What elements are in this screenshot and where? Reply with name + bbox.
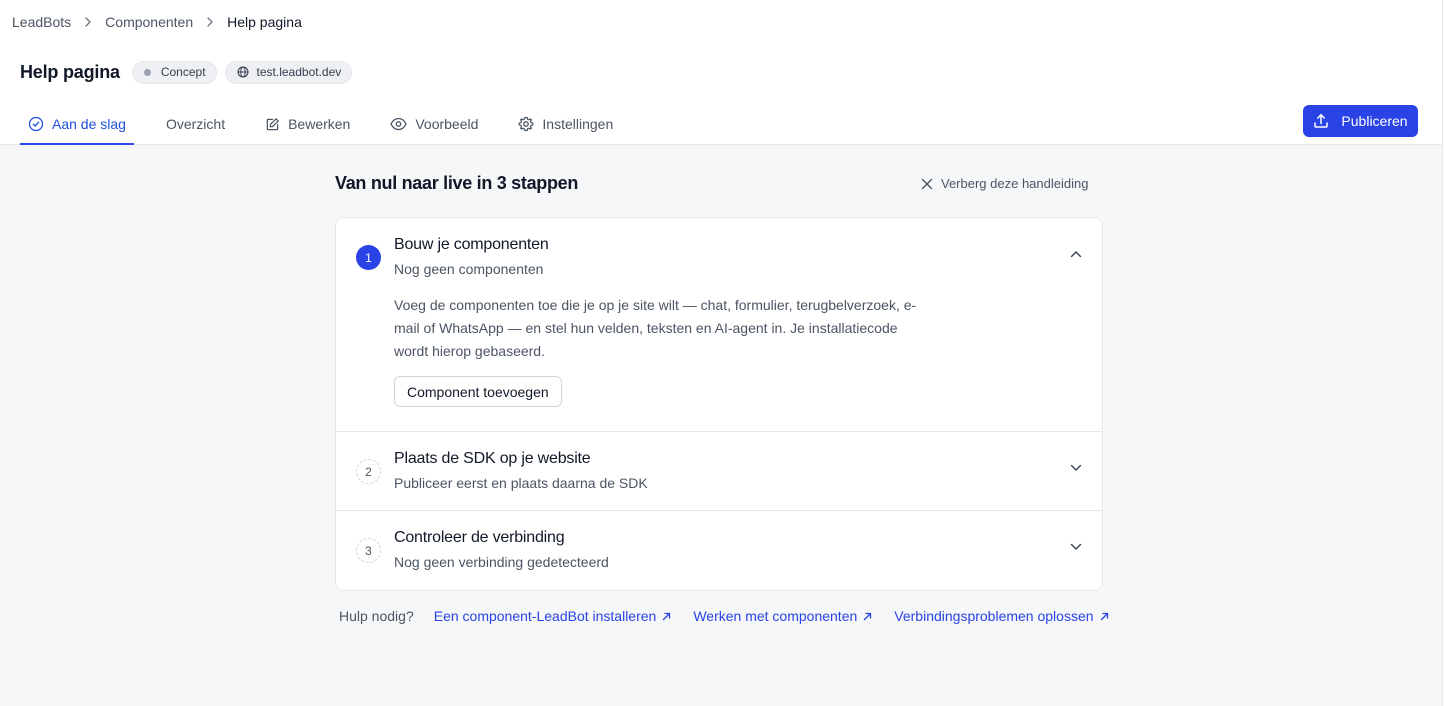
right-divider <box>1442 0 1443 706</box>
status-badge-label: Concept <box>160 65 206 79</box>
tab-bewerken[interactable]: Bewerken <box>265 104 358 144</box>
step-description: Voeg de componenten toe die je op je sit… <box>394 297 917 359</box>
check-circle-icon <box>28 116 44 132</box>
hide-guide-label: Verberg deze handleiding <box>941 176 1089 191</box>
breadcrumb-item-leadbots[interactable]: LeadBots <box>12 14 71 30</box>
main-content: Van nul naar live in 3 stappen Verberg d… <box>0 145 1442 706</box>
step-2-header[interactable]: 2 Plaats de SDK op je website Publiceer … <box>336 432 1102 510</box>
page-title: Help pagina <box>20 61 120 82</box>
breadcrumb: LeadBots Componenten Help pagina <box>12 13 302 31</box>
help-link-install[interactable]: Een component-LeadBot installeren <box>434 608 672 624</box>
step-number-badge: 1 <box>356 245 381 270</box>
domain-badge-label: test.leadbot.dev <box>256 65 342 79</box>
publish-button-label: Publiceren <box>1341 113 1408 129</box>
step-title: Plaats de SDK op je website <box>394 450 591 467</box>
step-title: Bouw je componenten <box>394 236 549 253</box>
step-3: 3 Controleer de verbinding Nog geen verb… <box>336 511 1102 589</box>
domain-badge: test.leadbot.dev <box>224 60 353 84</box>
help-link-label: Een component-LeadBot installeren <box>433 608 657 624</box>
steps-card: 1 Bouw je componenten Nog geen component… <box>335 217 1103 591</box>
step-1-header[interactable]: 1 Bouw je componenten Nog geen component… <box>336 218 1102 296</box>
step-number-badge: 3 <box>356 538 381 563</box>
eye-icon <box>390 117 407 131</box>
step-2: 2 Plaats de SDK op je website Publiceer … <box>336 432 1102 511</box>
guide-title: Van nul naar live in 3 stappen <box>335 173 579 193</box>
help-link-components[interactable]: Werken met componenten <box>693 608 872 624</box>
add-component-button[interactable]: Component toevoegen <box>394 376 562 407</box>
help-label: Hulp nodig? <box>339 608 414 624</box>
gear-icon <box>518 116 534 132</box>
tab-label: Bewerken <box>288 116 351 132</box>
tab-bar: Aan de slag Overzicht Bewerken Voorbeeld… <box>20 104 653 145</box>
step-subtitle: Nog geen componenten <box>394 261 544 277</box>
step-subtitle: Nog geen verbinding gedetecteerd <box>394 554 609 570</box>
edit-icon <box>265 117 280 132</box>
publish-button[interactable]: Publiceren <box>1303 105 1418 137</box>
step-1: 1 Bouw je componenten Nog geen component… <box>336 218 1102 432</box>
step-subtitle: Publiceer eerst en plaats daarna de SDK <box>394 475 648 491</box>
status-badge: Concept <box>131 60 217 84</box>
tab-instellingen[interactable]: Instellingen <box>518 104 621 144</box>
tab-overzicht[interactable]: Overzicht <box>166 104 233 144</box>
tab-voorbeeld[interactable]: Voorbeeld <box>390 104 486 144</box>
globe-icon <box>236 66 249 78</box>
chevron-right-icon <box>71 17 105 27</box>
tab-label: Instellingen <box>542 116 614 132</box>
tab-aan-de-slag[interactable]: Aan de slag <box>20 104 134 145</box>
status-dot-icon <box>143 68 151 76</box>
breadcrumb-item-current: Help pagina <box>227 14 302 30</box>
tab-label: Overzicht <box>165 116 226 132</box>
help-link-label: Werken met componenten <box>693 608 858 624</box>
step-number-badge: 2 <box>356 459 381 484</box>
top-bar: LeadBots Componenten Help pagina Help pa… <box>0 0 1442 145</box>
external-link-icon <box>863 612 872 621</box>
external-link-icon <box>1100 612 1109 621</box>
tab-label: Voorbeeld <box>415 116 479 132</box>
step-3-header[interactable]: 3 Controleer de verbinding Nog geen verb… <box>336 511 1102 589</box>
step-1-body: Voeg de componenten toe die je op je sit… <box>336 294 1102 431</box>
help-link-label: Verbindingsproblemen oplossen <box>894 608 1094 624</box>
chevron-down-icon <box>1070 464 1082 472</box>
upload-icon <box>1313 113 1329 129</box>
help-row: Hulp nodig? Een component-LeadBot instal… <box>339 608 1131 624</box>
chevron-down-icon <box>1070 543 1082 551</box>
chevron-up-icon <box>1070 250 1082 258</box>
chevron-right-icon <box>193 17 227 27</box>
title-row: Help pagina Concept test.leadbot.dev <box>20 60 360 84</box>
breadcrumb-item-componenten[interactable]: Componenten <box>105 14 193 30</box>
external-link-icon <box>662 612 671 621</box>
step-title: Controleer de verbinding <box>394 529 565 546</box>
hide-guide-button[interactable]: Verberg deze handleiding <box>921 176 1088 191</box>
close-icon <box>921 178 933 190</box>
tab-label: Aan de slag <box>52 116 126 132</box>
help-link-troubleshoot[interactable]: Verbindingsproblemen oplossen <box>894 608 1108 624</box>
